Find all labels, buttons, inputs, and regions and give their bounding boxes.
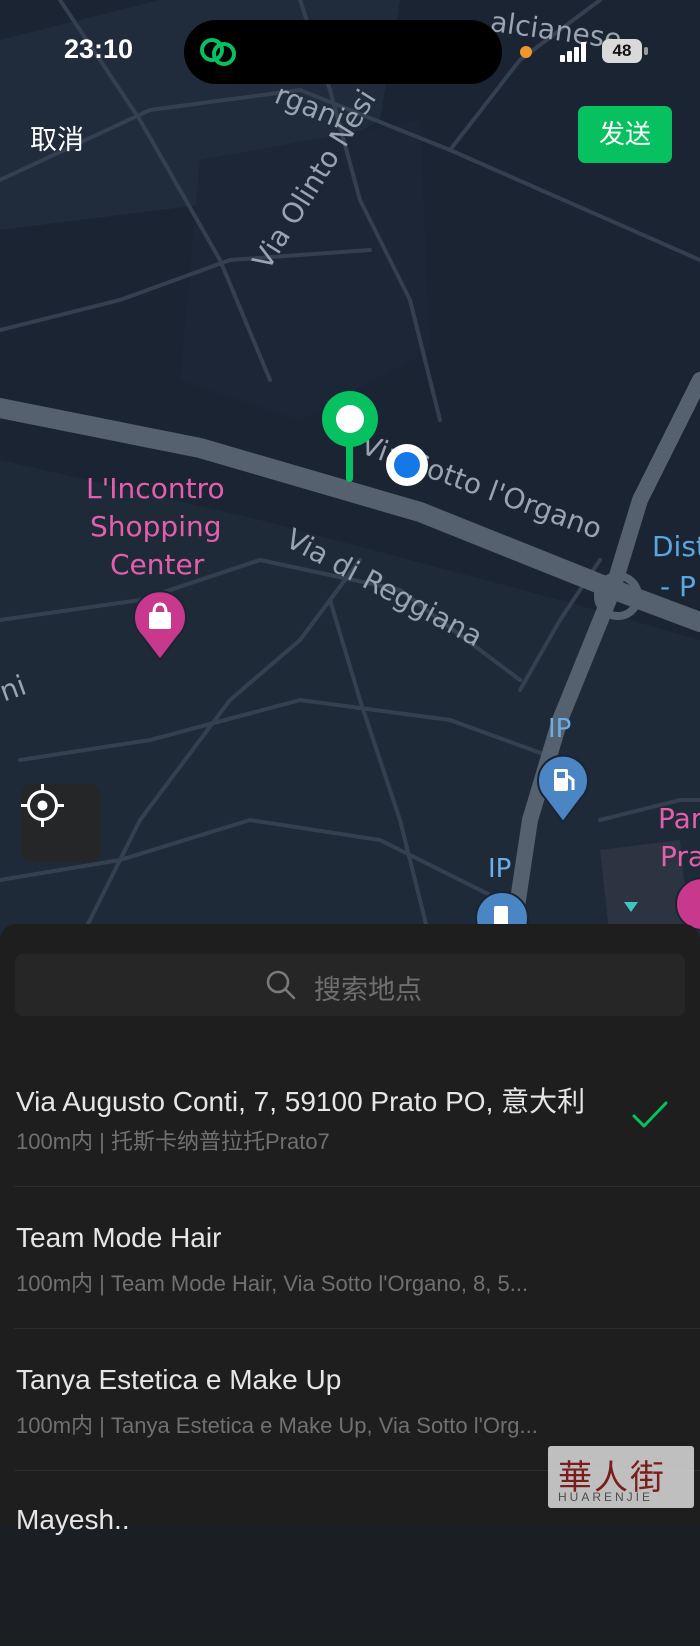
result-title: Mayesh..	[16, 1504, 130, 1535]
current-location-dot-icon	[386, 444, 428, 486]
result-title: Via Augusto Conti, 7, 59100 Prato PO, 意大…	[16, 1086, 586, 1117]
shopping-bag-icon[interactable]	[132, 590, 188, 662]
dynamic-island	[184, 20, 502, 84]
fuel-station-icon[interactable]	[536, 752, 590, 824]
search-icon	[266, 970, 296, 1000]
result-subtitle: 100m内 | Tanya Estetica e Make Up, Via So…	[16, 1413, 538, 1438]
poi-label-fuel: IP	[548, 714, 572, 744]
result-subtitle: 100m内 | Team Mode Hair, Via Sotto l'Orga…	[16, 1271, 529, 1296]
district-label: Dist	[652, 530, 700, 563]
result-title: Tanya Estetica e Make Up	[16, 1364, 342, 1395]
send-button[interactable]: 发送	[578, 106, 672, 163]
list-item[interactable]: Mayesh..	[0, 1504, 700, 1646]
crosshair-icon	[21, 784, 64, 827]
result-title: Team Mode Hair	[16, 1222, 222, 1253]
compass-arrow-icon	[624, 902, 638, 912]
search-input[interactable]: 搜索地点	[15, 954, 685, 1016]
watermark-logo: 華人街 HUARENJIE	[548, 1446, 694, 1508]
list-item[interactable]: Team Mode Hair 100m内 | Team Mode Hair, V…	[0, 1222, 700, 1364]
search-placeholder: 搜索地点	[314, 975, 422, 1005]
battery-indicator: 48	[602, 39, 642, 63]
selected-check-icon	[632, 1101, 668, 1128]
poi-label-park: Pra	[660, 840, 700, 873]
list-item[interactable]: Via Augusto Conti, 7, 59100 Prato PO, 意大…	[0, 1080, 700, 1222]
battery-cap-icon	[644, 47, 648, 55]
signal-icon	[560, 42, 586, 62]
cancel-button[interactable]: 取消	[30, 118, 84, 157]
divider	[14, 1186, 700, 1187]
poi-label-park: Par	[658, 802, 700, 835]
result-subtitle: 100m内 | 托斯卡纳普拉托Prato7	[16, 1129, 330, 1154]
divider	[14, 1328, 700, 1329]
poi-label-shopping: L'Incontro	[86, 472, 225, 505]
status-time: 23:10	[64, 34, 134, 64]
locate-me-button[interactable]	[21, 784, 100, 862]
location-results-sheet: 搜索地点 Via Augusto Conti, 7, 59100 Prato P…	[0, 924, 700, 1535]
link-icon	[200, 38, 236, 66]
location-pin-icon[interactable]	[320, 390, 380, 486]
poi-label-fuel: IP	[488, 854, 512, 884]
privacy-indicator-icon	[520, 46, 532, 58]
poi-label-shopping: Center	[110, 548, 205, 581]
watermark-subtext: HUARENJIE	[558, 1490, 654, 1504]
district-label: - P	[660, 570, 696, 603]
poi-label-shopping: Shopping	[90, 510, 222, 543]
